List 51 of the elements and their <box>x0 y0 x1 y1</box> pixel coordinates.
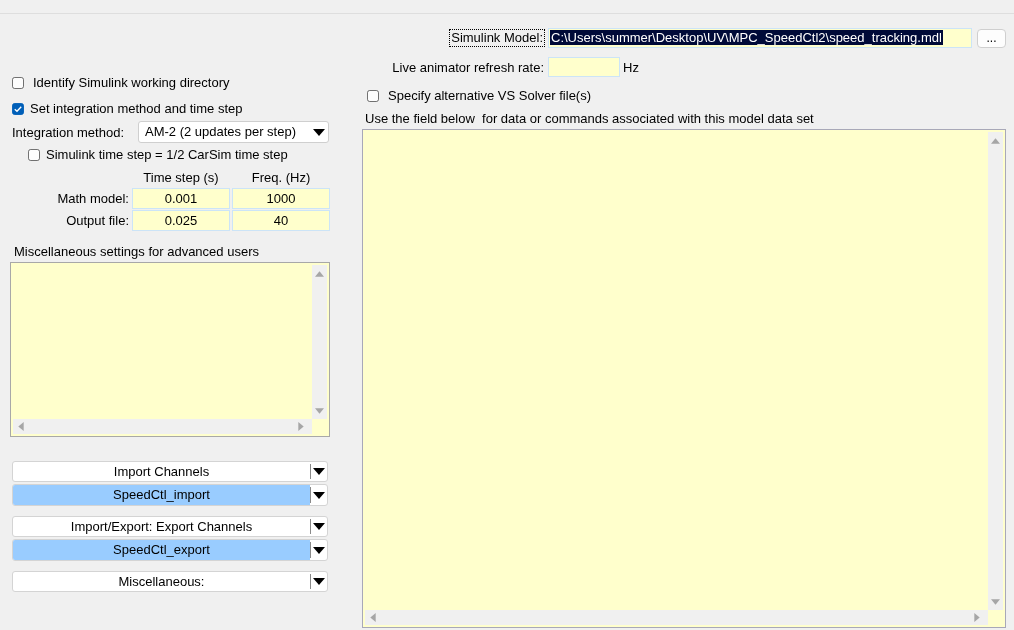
value-field[interactable]: 40 <box>232 210 330 231</box>
up-arrow-icon[interactable] <box>991 138 1000 144</box>
vertical-scrollbar[interactable] <box>988 132 1003 610</box>
caret-icon <box>313 129 325 136</box>
refresh-rate-field[interactable] <box>548 57 620 77</box>
caret-icon <box>313 491 325 499</box>
row-label: Output file: <box>65 212 130 230</box>
column-header: Freq. (Hz) <box>250 169 312 185</box>
caret-icon <box>313 546 325 554</box>
down-arrow-icon[interactable] <box>315 408 324 414</box>
category-dropdown[interactable]: Import/Export: Export Channels <box>12 516 328 537</box>
value-field[interactable]: 1000 <box>232 188 330 209</box>
checkbox[interactable] <box>12 103 24 115</box>
checkbox-label: Identify Simulink working directory <box>33 75 230 91</box>
category-dropdown[interactable]: Miscellaneous: <box>12 571 328 592</box>
column-header: Time step (s) <box>142 169 220 185</box>
value-field[interactable]: 0.001 <box>132 188 230 209</box>
dataset-dropdown[interactable]: SpeedCtl_export <box>12 539 328 561</box>
section-label: Miscellaneous settings for advanced users <box>13 243 260 261</box>
dataset-dropdown[interactable]: SpeedCtl_import <box>12 484 328 506</box>
horizontal-scrollbar[interactable] <box>365 610 988 625</box>
checkbox-label: Specify alternative VS Solver file(s) <box>388 88 592 104</box>
integration-method-dropdown[interactable]: AM-2 (2 updates per step) <box>138 121 329 143</box>
field-label: Integration method: <box>11 124 126 140</box>
commands-text-area[interactable] <box>362 129 1006 628</box>
down-arrow-icon[interactable] <box>991 599 1000 605</box>
category-dropdown[interactable]: Import Channels <box>12 461 328 482</box>
right-arrow-icon[interactable] <box>974 613 980 622</box>
row-label: Math model: <box>56 190 130 208</box>
checkbox-label: Set integration method and time step <box>30 101 243 117</box>
checkbox[interactable] <box>28 149 40 161</box>
left-arrow-icon[interactable] <box>370 613 376 622</box>
settings-text-area[interactable] <box>10 262 330 437</box>
caret-icon <box>313 578 325 585</box>
caret-icon <box>313 523 325 530</box>
left-arrow-icon[interactable] <box>18 422 24 431</box>
browse-button[interactable]: ... <box>977 28 1006 48</box>
value-field[interactable]: 0.025 <box>132 210 230 231</box>
vertical-scrollbar[interactable] <box>312 265 327 419</box>
model-path-field[interactable]: C:\Users\summer\Desktop\UV\MPC_SpeedCtl2\speed_tracking.mdl <box>548 28 972 48</box>
checkbox-label: Simulink time step = 1/2 CarSim time step <box>46 147 288 163</box>
up-arrow-icon[interactable] <box>315 271 324 277</box>
field-label: Simulink Model: <box>449 29 545 47</box>
caret-icon <box>313 468 325 475</box>
field-label: Live animator refresh rate: <box>392 59 545 75</box>
checkbox[interactable] <box>367 90 379 102</box>
checkbox[interactable] <box>12 77 24 89</box>
section-label: Use the field below for data or commands associated with this model data set <box>364 110 815 128</box>
unit-label: Hz <box>623 59 639 75</box>
horizontal-scrollbar[interactable] <box>13 419 312 434</box>
right-arrow-icon[interactable] <box>298 422 304 431</box>
